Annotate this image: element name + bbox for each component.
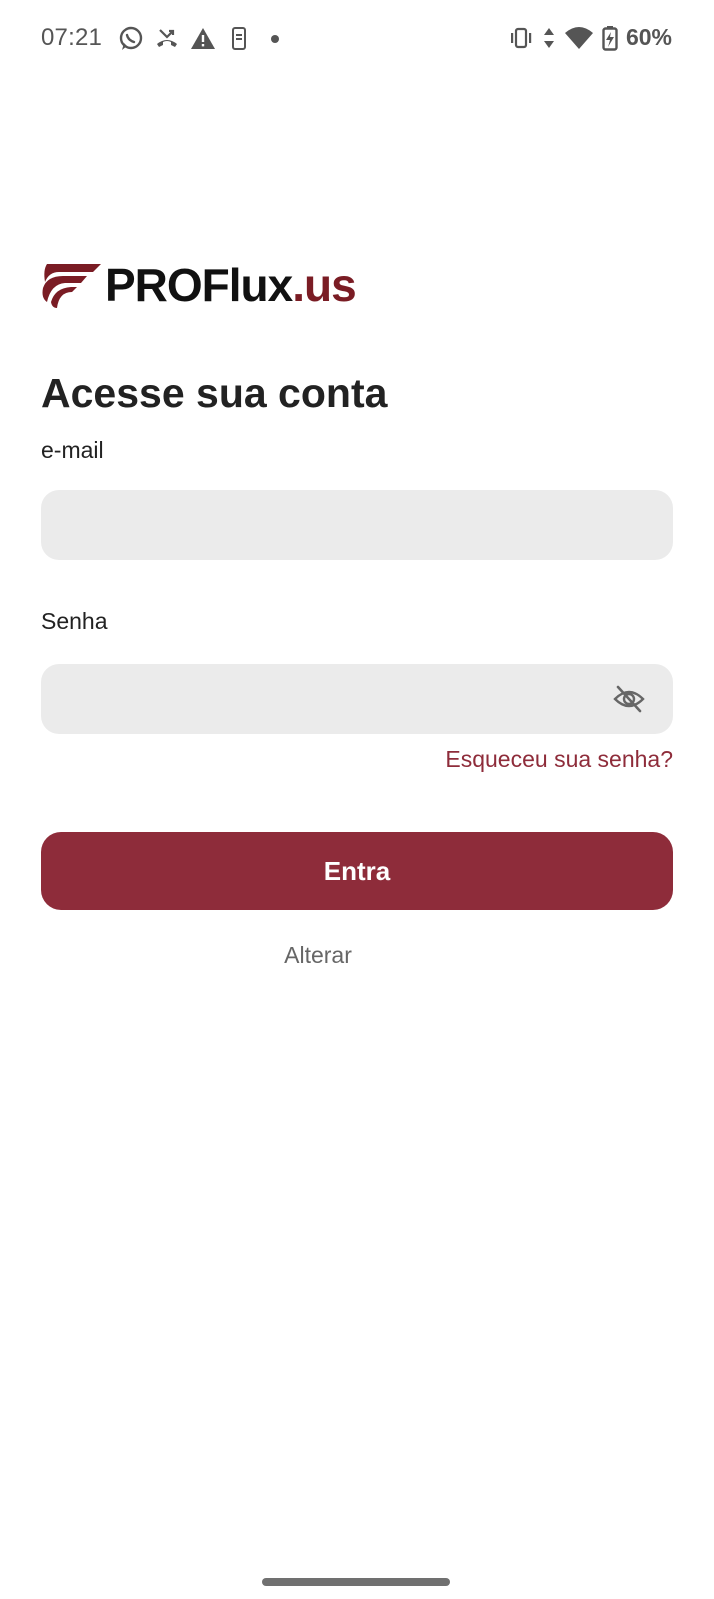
brand-name: PROFlux xyxy=(105,259,293,311)
proflux-logo-icon xyxy=(42,264,101,308)
whatsapp-icon xyxy=(118,26,144,52)
page-title: Acesse sua conta xyxy=(41,370,388,416)
brand-logo: PROFlux.us xyxy=(41,258,357,312)
brand-wordmark: PROFlux.us xyxy=(105,259,357,311)
wifi-icon xyxy=(564,25,594,51)
brand-tld: .us xyxy=(292,259,356,311)
missed-call-icon xyxy=(154,26,180,52)
password-field[interactable] xyxy=(41,664,673,734)
login-button[interactable]: Entra xyxy=(41,832,673,910)
email-field-container xyxy=(41,490,673,560)
password-label: Senha xyxy=(41,608,108,634)
email-field[interactable] xyxy=(41,490,673,560)
dot-icon xyxy=(262,26,288,52)
status-notification-icons xyxy=(118,26,288,52)
email-label: e-mail xyxy=(41,437,104,463)
forgot-password-link[interactable]: Esqueceu sua senha? xyxy=(445,746,673,773)
warning-icon xyxy=(190,26,216,52)
vibrate-icon xyxy=(508,25,534,51)
home-indicator[interactable] xyxy=(262,1578,450,1586)
battery-charging-icon xyxy=(602,25,618,51)
status-bar: 07:21 60% xyxy=(0,0,714,80)
eye-off-icon[interactable] xyxy=(611,681,647,717)
status-system-icons: 60% xyxy=(508,24,672,51)
battery-percent: 60% xyxy=(625,24,672,50)
data-arrows-icon xyxy=(542,25,556,51)
alterar-link[interactable]: Alterar xyxy=(0,942,636,969)
phone-icon xyxy=(226,26,252,52)
status-time: 07:21 xyxy=(41,24,103,51)
password-field-container xyxy=(41,664,673,734)
